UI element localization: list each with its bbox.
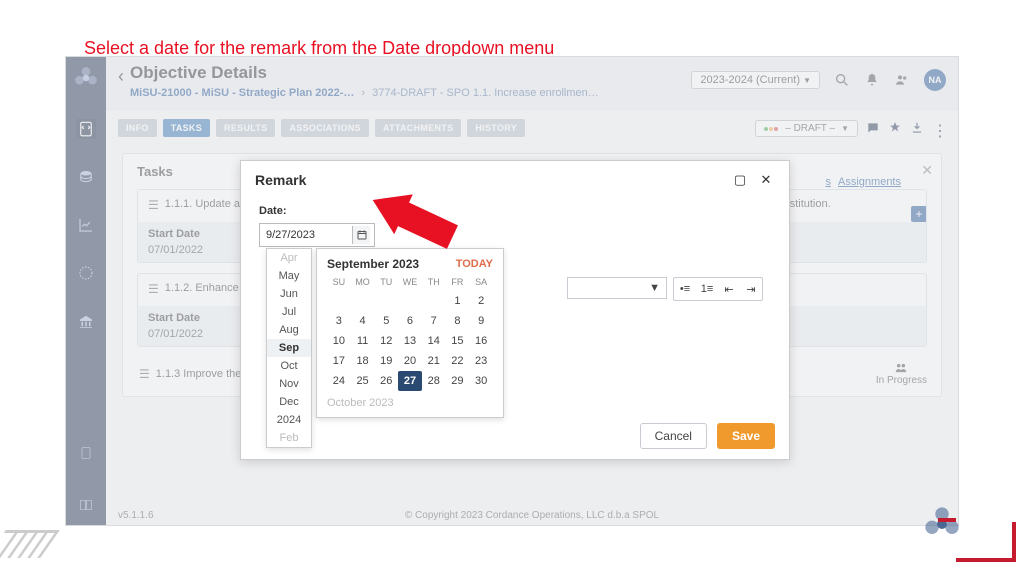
calendar-month: September 2023 — [327, 257, 419, 271]
outdent-icon[interactable]: ⇤ — [718, 278, 740, 300]
month-option[interactable]: Feb — [267, 429, 311, 447]
calendar-day[interactable]: 10 — [327, 331, 351, 351]
month-option[interactable]: Apr — [267, 249, 311, 267]
calendar-day[interactable]: 11 — [351, 331, 375, 351]
calendar-icon[interactable] — [352, 226, 370, 244]
month-option[interactable]: Sep — [267, 339, 311, 357]
calendar-day[interactable]: 9 — [469, 311, 493, 331]
calendar-day[interactable]: 29 — [446, 371, 470, 391]
calendar-day[interactable]: 22 — [446, 351, 470, 371]
cancel-button[interactable]: Cancel — [640, 423, 707, 449]
calendar-day[interactable]: 2 — [469, 291, 493, 311]
calendar-day[interactable]: 7 — [422, 311, 446, 331]
calendar-day — [327, 291, 351, 311]
date-label: Date: — [259, 205, 771, 217]
editor-toolbar: ▼ •≡ 1≡ ⇤ ⇥ — [567, 277, 763, 301]
calendar-day — [374, 291, 398, 311]
month-option[interactable]: Dec — [267, 393, 311, 411]
modal-title: Remark — [255, 172, 306, 188]
month-option[interactable]: May — [267, 267, 311, 285]
calendar-popup: September 2023 TODAY SUMOTUWETHFRSA 1234… — [316, 248, 504, 418]
calendar-day[interactable]: 17 — [327, 351, 351, 371]
calendar-day[interactable]: 8 — [446, 311, 470, 331]
calendar-day[interactable]: 3 — [327, 311, 351, 331]
calendar-day[interactable]: 27 — [398, 371, 422, 391]
month-scroller[interactable]: AprMayJunJulAugSepOctNovDec2024Feb — [266, 248, 312, 448]
calendar-day[interactable]: 4 — [351, 311, 375, 331]
date-value: 9/27/2023 — [266, 229, 315, 241]
save-button[interactable]: Save — [717, 423, 775, 449]
next-month-label: October 2023 — [327, 397, 493, 409]
calendar-day[interactable]: 15 — [446, 331, 470, 351]
calendar-day — [398, 291, 422, 311]
calendar-day[interactable]: 13 — [398, 331, 422, 351]
modal-maximize-icon[interactable]: ▢ — [731, 171, 749, 189]
calendar-day[interactable]: 19 — [374, 351, 398, 371]
calendar-day[interactable]: 21 — [422, 351, 446, 371]
calendar-day[interactable]: 30 — [469, 371, 493, 391]
month-option[interactable]: Jun — [267, 285, 311, 303]
number-list-icon[interactable]: 1≡ — [696, 278, 718, 300]
calendar-day[interactable]: 12 — [374, 331, 398, 351]
decorative-bracket — [956, 522, 1016, 562]
calendar-day[interactable]: 6 — [398, 311, 422, 331]
calendar-day[interactable]: 25 — [351, 371, 375, 391]
calendar-day[interactable]: 23 — [469, 351, 493, 371]
calendar-day[interactable]: 26 — [374, 371, 398, 391]
format-select[interactable]: ▼ — [567, 277, 667, 299]
month-option[interactable]: Aug — [267, 321, 311, 339]
calendar-day — [351, 291, 375, 311]
calendar-day — [422, 291, 446, 311]
month-option[interactable]: Nov — [267, 375, 311, 393]
month-option[interactable]: 2024 — [267, 411, 311, 429]
day-of-week-row: SUMOTUWETHFRSA — [327, 277, 493, 287]
calendar-day[interactable]: 14 — [422, 331, 446, 351]
date-input[interactable]: 9/27/2023 — [259, 223, 375, 247]
calendar-day[interactable]: 18 — [351, 351, 375, 371]
modal-close-icon[interactable]: ✕ — [757, 171, 775, 189]
bullet-list-icon[interactable]: •≡ — [674, 278, 696, 300]
today-button[interactable]: TODAY — [456, 258, 493, 270]
calendar-day[interactable]: 20 — [398, 351, 422, 371]
decorative-chevrons — [0, 530, 50, 558]
month-option[interactable]: Jul — [267, 303, 311, 321]
calendar-day[interactable]: 28 — [422, 371, 446, 391]
month-option[interactable]: Oct — [267, 357, 311, 375]
calendar-day[interactable]: 5 — [374, 311, 398, 331]
calendar-day[interactable]: 1 — [446, 291, 470, 311]
calendar-day[interactable]: 16 — [469, 331, 493, 351]
indent-icon[interactable]: ⇥ — [740, 278, 762, 300]
calendar-day[interactable]: 24 — [327, 371, 351, 391]
